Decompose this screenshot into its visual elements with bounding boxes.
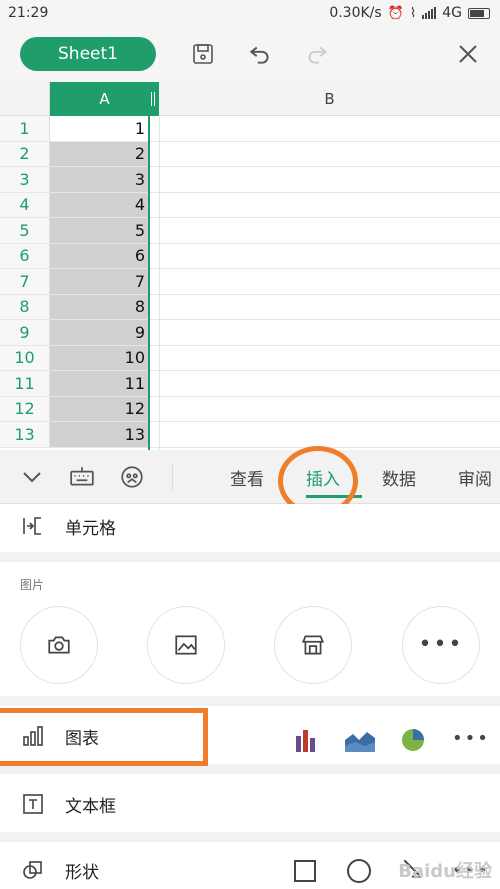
insert-cell-icon [20, 513, 46, 539]
tab-view[interactable]: 查看 [230, 450, 264, 504]
tab-data[interactable]: 数据 [382, 450, 416, 504]
ribbon-tab-bar: 查看 插入 数据 审阅 [0, 450, 500, 504]
row-header[interactable]: 13 [0, 422, 50, 447]
square-icon[interactable] [294, 860, 316, 882]
grid-row: 12 12 [0, 396, 500, 422]
circle-icon[interactable] [347, 859, 371, 883]
row-header[interactable]: 5 [0, 218, 50, 243]
textbox-icon [20, 791, 46, 817]
grid-row: 11 [0, 116, 500, 142]
chart-more-icon[interactable]: ••• [452, 728, 490, 749]
top-toolbar: Sheet1 [0, 26, 500, 82]
keyboard-icon[interactable] [68, 463, 96, 491]
close-icon[interactable] [453, 39, 483, 69]
grid-rows: 1 1 2 2 3 3 4 4 5 5 6 6 7 7 8 8 9 9 10 10 11 11 12 12 13 13 [0, 116, 500, 448]
insert-cell-label: 单元格 [65, 518, 116, 539]
column-header-b[interactable]: B [159, 82, 500, 116]
textbox-section: 文本框 [0, 774, 500, 832]
vibrate-icon: ⌇ [409, 5, 417, 21]
selection-border [148, 116, 150, 450]
row-header[interactable]: 4 [0, 192, 50, 217]
grid-row: 33 [0, 167, 500, 193]
grid-corner[interactable] [0, 82, 50, 116]
area-chart-icon[interactable] [345, 728, 375, 752]
cell-a[interactable]: 7 [50, 269, 149, 294]
tab-divider [172, 464, 173, 490]
row-header[interactable]: 12 [0, 396, 50, 421]
save-icon[interactable] [188, 39, 218, 69]
status-time: 21:29 [8, 5, 49, 21]
spreadsheet-grid: A B 1 1 2 2 3 3 4 4 5 5 6 6 7 7 8 8 9 9 10 10 11 11 12 12 13 13 [0, 82, 500, 450]
column-header-a[interactable]: A [50, 82, 159, 116]
row-header[interactable]: 11 [0, 371, 50, 396]
grid-row: 13 13 [0, 422, 500, 448]
grid-row: 55 [0, 218, 500, 244]
grid-row: 44 [0, 192, 500, 218]
cell-a[interactable]: 1 [50, 116, 149, 141]
cell-section: 单元格 [0, 504, 500, 552]
cell-a[interactable]: 13 [50, 422, 149, 447]
undo-icon[interactable] [245, 39, 275, 69]
cell-a[interactable]: 2 [50, 141, 149, 166]
insert-textbox-label: 文本框 [65, 796, 116, 817]
redo-icon[interactable] [302, 39, 332, 69]
picture-section-title: 图片 [20, 578, 45, 592]
grid-row: 22 [0, 141, 500, 167]
picture-more-button[interactable]: ••• [402, 606, 480, 684]
row-header[interactable]: 7 [0, 269, 50, 294]
cell-a[interactable]: 9 [50, 320, 149, 345]
row-header[interactable]: 8 [0, 294, 50, 319]
status-bar: 21:29 0.30K/s ⏰ ⌇ 4G [0, 0, 500, 26]
grid-row: 77 [0, 269, 500, 295]
insert-shape-label: 形状 [65, 862, 99, 883]
grid-row: 88 [0, 294, 500, 320]
grid-row: 10 10 [0, 345, 500, 371]
row-header[interactable]: 1 [0, 116, 50, 141]
shape-icon [20, 857, 46, 883]
column-resize-handle[interactable] [151, 92, 155, 106]
cell-a[interactable]: 3 [50, 167, 149, 192]
signal-icon [422, 7, 437, 19]
cell-a[interactable]: 5 [50, 218, 149, 243]
insert-cell-item[interactable]: 单元格 [0, 498, 500, 554]
grid-row: 66 [0, 243, 500, 269]
alarm-icon: ⏰ [387, 5, 404, 21]
pie-chart-icon[interactable] [400, 728, 426, 752]
tab-review[interactable]: 审阅 [458, 450, 500, 504]
status-right: 0.30K/s ⏰ ⌇ 4G [329, 5, 490, 21]
chevron-down-icon[interactable] [18, 463, 46, 491]
row-header[interactable]: 10 [0, 345, 50, 370]
assistant-icon[interactable] [118, 463, 146, 491]
column-header-row: A B [0, 82, 500, 116]
annotation-rectangle [0, 708, 208, 766]
camera-icon [48, 636, 70, 654]
insert-panel: 单元格 图片 ••• 图表 文本框 形状 [0, 504, 500, 889]
insert-textbox-item[interactable]: 文本框 [0, 776, 500, 832]
cell-a[interactable]: 10 [50, 345, 149, 370]
sheet-tab[interactable]: Sheet1 [20, 37, 156, 71]
image-icon [175, 635, 197, 655]
network-speed: 0.30K/s [329, 5, 382, 21]
cell-a[interactable]: 11 [50, 371, 149, 396]
bar-chart-icon[interactable] [294, 728, 320, 752]
network-type: 4G [442, 5, 462, 21]
image-button[interactable] [147, 606, 225, 684]
cell-a[interactable]: 8 [50, 294, 149, 319]
store-icon [301, 635, 325, 655]
picture-section: 图片 ••• [0, 562, 500, 696]
more-icon: ••• [418, 632, 464, 657]
cell-a[interactable]: 6 [50, 243, 149, 268]
row-header[interactable]: 3 [0, 167, 50, 192]
grid-row: 99 [0, 320, 500, 346]
camera-button[interactable] [20, 606, 98, 684]
store-button[interactable] [274, 606, 352, 684]
watermark: Baidu经验 [398, 861, 492, 882]
row-header[interactable]: 9 [0, 320, 50, 345]
grid-row: 11 11 [0, 371, 500, 397]
cell-a[interactable]: 4 [50, 192, 149, 217]
cell-a[interactable]: 12 [50, 396, 149, 421]
row-header[interactable]: 2 [0, 141, 50, 166]
row-header[interactable]: 6 [0, 243, 50, 268]
battery-icon [468, 7, 490, 19]
